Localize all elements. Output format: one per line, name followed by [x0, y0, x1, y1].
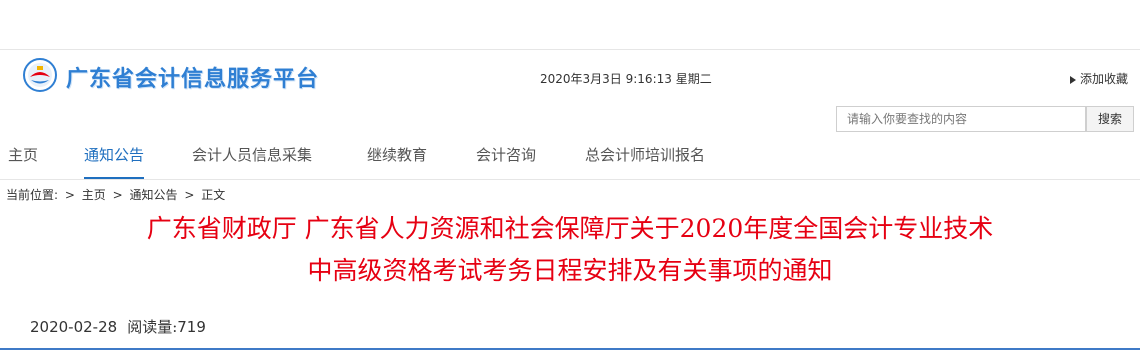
- search-input[interactable]: [836, 106, 1086, 132]
- nav-item-consulting[interactable]: 会计咨询: [476, 142, 536, 180]
- site-logo[interactable]: 广东省会计信息服务平台: [22, 57, 322, 93]
- breadcrumb-separator: >: [64, 188, 75, 202]
- nav-divider: [0, 179, 1140, 180]
- nav-item-home[interactable]: 主页: [8, 142, 38, 180]
- nav-item-label: 会计人员信息采集: [192, 146, 313, 164]
- views-label: 阅读量:: [127, 318, 178, 336]
- nav-item-continuing-education[interactable]: 继续教育: [367, 142, 427, 180]
- breadcrumb-separator: >: [184, 188, 195, 202]
- provincial-emblem-icon: [23, 58, 57, 92]
- nav-item-info-collection[interactable]: 会计人员信息采集: [192, 142, 312, 180]
- add-favorite-label: 添加收藏: [1079, 72, 1128, 86]
- search-bar: 搜索: [836, 106, 1134, 132]
- breadcrumb-item-home[interactable]: 主页: [82, 188, 106, 202]
- nav-item-label: 继续教育: [367, 146, 428, 164]
- breadcrumb-separator: >: [112, 188, 123, 202]
- nav-item-notices[interactable]: 通知公告: [84, 142, 145, 180]
- content-divider: [0, 348, 1140, 350]
- site-logo-text: 广东省会计信息服务平台: [66, 67, 320, 92]
- nav-item-label: 总会计师培训报名: [585, 146, 706, 164]
- search-button[interactable]: 搜索: [1086, 106, 1134, 132]
- breadcrumb: 当前位置: > 主页 > 通知公告 > 正文: [6, 186, 228, 203]
- breadcrumb-prefix: 当前位置:: [6, 188, 59, 202]
- main-nav: 主页 通知公告 会计人员信息采集 继续教育 会计咨询 总会计师培训报名: [0, 142, 1140, 180]
- article-title-line-1: 广东省财政厅 广东省人力资源和社会保障厅关于2020年度全国会计专业技术: [146, 214, 994, 243]
- views-count: 719: [177, 318, 206, 336]
- triangle-right-icon: [1069, 75, 1076, 84]
- nav-item-label: 会计咨询: [476, 146, 537, 164]
- breadcrumb-item-notices[interactable]: 通知公告: [130, 188, 178, 202]
- top-divider: [0, 49, 1140, 50]
- article-meta: 2020-02-28 阅读量:719: [30, 316, 206, 337]
- breadcrumb-item-current: 正文: [201, 188, 226, 202]
- add-favorite-link[interactable]: 添加收藏: [1069, 70, 1128, 87]
- article-title-line-2: 中高级资格考试考务日程安排及有关事项的通知: [307, 256, 833, 285]
- current-datetime: 2020年3月3日 9:16:13 星期二: [540, 72, 712, 86]
- nav-item-cfo-training[interactable]: 总会计师培训报名: [585, 142, 705, 180]
- article-date: 2020-02-28: [30, 318, 118, 336]
- nav-item-label: 主页: [8, 146, 39, 164]
- nav-item-label: 通知公告: [84, 146, 145, 164]
- article-title: 广东省财政厅 广东省人力资源和社会保障厅关于2020年度全国会计专业技术 中高级…: [0, 208, 1140, 292]
